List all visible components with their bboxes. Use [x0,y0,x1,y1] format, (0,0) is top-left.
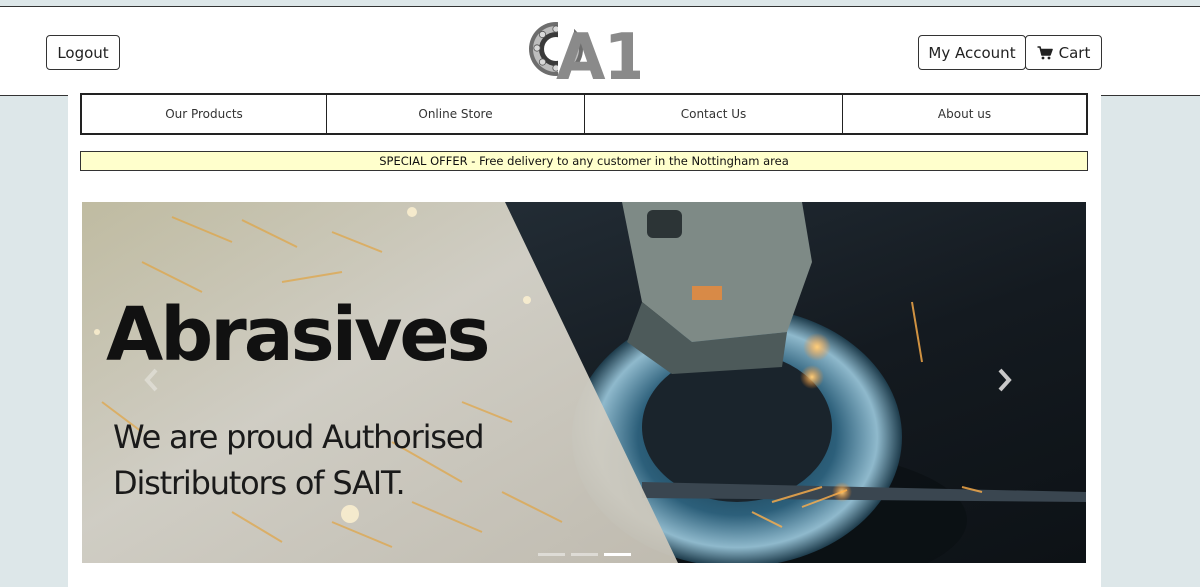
nav-online-store[interactable]: Online Store [327,95,585,133]
special-offer-banner: SPECIAL OFFER - Free delivery to any cus… [80,151,1088,171]
logo-text: A1 [556,21,640,85]
carousel-indicator-active[interactable] [604,553,631,556]
cart-label: Cart [1058,43,1091,62]
carousel-indicator[interactable] [571,553,598,556]
carousel-indicators [538,553,631,556]
my-account-button[interactable]: My Account [918,35,1026,70]
chevron-right-icon[interactable] [998,368,1022,398]
shopping-cart-icon [1037,45,1053,60]
logout-button[interactable]: Logout [46,35,120,70]
main-content: Our Products Online Store Contact Us Abo… [68,93,1101,587]
site-header: Logout A1 My Account Cart [0,6,1200,96]
chevron-left-icon[interactable] [144,368,168,398]
carousel-indicator[interactable] [538,553,565,556]
cart-button[interactable]: Cart [1025,35,1102,70]
nav-contact-us[interactable]: Contact Us [585,95,843,133]
hero-image [82,202,1086,563]
nav-our-products[interactable]: Our Products [82,95,327,133]
hero-carousel[interactable]: Abrasives We are proud Authorised Distri… [82,202,1086,563]
a1-logo[interactable]: A1 [528,13,648,95]
logo-graphic: A1 [529,21,648,95]
hero-subline: We are proud Authorised Distributors of … [113,418,485,502]
main-navigation: Our Products Online Store Contact Us Abo… [80,93,1088,135]
hero-headline: Abrasives [106,292,491,378]
nav-about-us[interactable]: About us [843,95,1086,133]
